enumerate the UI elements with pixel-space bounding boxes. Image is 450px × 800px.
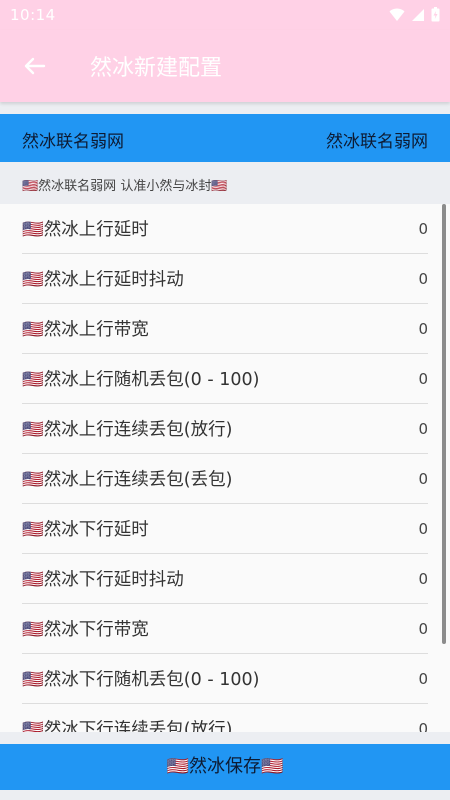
list-item-label: 🇺🇸然冰下行随机丢包(0 - 100) — [22, 670, 260, 690]
section-header: 🇺🇸然冰联名弱网 认准小然与冰封🇺🇸 — [0, 162, 450, 204]
list-item-value: 0 — [418, 369, 428, 388]
list-item-value: 0 — [418, 269, 428, 288]
battery-icon — [431, 7, 440, 22]
list-item[interactable]: 🇺🇸然冰下行延时抖动 0 — [22, 554, 428, 604]
list-item-label: 🇺🇸然冰上行延时抖动 — [22, 270, 184, 290]
list-item-label: 🇺🇸然冰上行连续丢包(放行) — [22, 420, 233, 440]
wifi-icon — [389, 8, 405, 21]
list-item-label: 🇺🇸然冰上行延时 — [22, 220, 149, 240]
list-item-value: 0 — [418, 469, 428, 488]
list-item[interactable]: 🇺🇸然冰上行连续丢包(丢包) 0 — [22, 454, 428, 504]
list-item-value: 0 — [418, 219, 428, 238]
list-item[interactable]: 🇺🇸然冰上行带宽 0 — [22, 304, 428, 354]
list-item-label: 🇺🇸然冰上行带宽 — [22, 320, 149, 340]
config-banner: 然冰联名弱网 然冰联名弱网 — [0, 114, 450, 162]
app-bar: 然冰新建配置 — [0, 30, 450, 102]
list-item-value: 0 — [418, 319, 428, 338]
list-item-value: 0 — [418, 569, 428, 588]
signal-icon — [412, 8, 424, 21]
banner-left-label: 然冰联名弱网 — [22, 132, 124, 152]
banner-right-label: 然冰联名弱网 — [326, 132, 428, 152]
list-item-label: 🇺🇸然冰上行连续丢包(丢包) — [22, 470, 233, 490]
list-item-value: 0 — [418, 669, 428, 688]
list-item[interactable]: 🇺🇸然冰下行带宽 0 — [22, 604, 428, 654]
settings-list[interactable]: 🇺🇸然冰上行延时 0 🇺🇸然冰上行延时抖动 0 🇺🇸然冰上行带宽 0 🇺🇸然冰上… — [0, 204, 450, 732]
list-item-label: 🇺🇸然冰上行随机丢包(0 - 100) — [22, 370, 260, 390]
list-item[interactable]: 🇺🇸然冰上行连续丢包(放行) 0 — [22, 404, 428, 454]
save-button[interactable]: 🇺🇸然冰保存🇺🇸 — [0, 744, 450, 790]
list-item-label: 🇺🇸然冰下行连续丢包(放行) — [22, 720, 233, 732]
list-item[interactable]: 🇺🇸然冰上行延时抖动 0 — [22, 254, 428, 304]
list-item-value: 0 — [418, 719, 428, 733]
list-item[interactable]: 🇺🇸然冰下行随机丢包(0 - 100) 0 — [22, 654, 428, 704]
arrow-left-icon — [24, 57, 46, 75]
back-button[interactable] — [18, 50, 52, 82]
list-item[interactable]: 🇺🇸然冰上行随机丢包(0 - 100) 0 — [22, 354, 428, 404]
list-item-label: 🇺🇸然冰下行延时抖动 — [22, 570, 184, 590]
status-time: 10:14 — [10, 6, 56, 24]
list-item-label: 🇺🇸然冰下行延时 — [22, 520, 149, 540]
list-item-value: 0 — [418, 419, 428, 438]
scrollbar[interactable] — [442, 204, 446, 644]
page-title: 然冰新建配置 — [90, 56, 223, 81]
list-item[interactable]: 🇺🇸然冰下行延时 0 — [22, 504, 428, 554]
list-item-value: 0 — [418, 619, 428, 638]
status-bar: 10:14 — [0, 0, 450, 30]
list-item-label: 🇺🇸然冰下行带宽 — [22, 620, 149, 640]
list-item[interactable]: 🇺🇸然冰上行延时 0 — [22, 204, 428, 254]
list-item-value: 0 — [418, 519, 428, 538]
list-item[interactable]: 🇺🇸然冰下行连续丢包(放行) 0 — [22, 704, 428, 733]
bottom-edge — [0, 790, 450, 800]
section-header-text: 🇺🇸然冰联名弱网 认准小然与冰封🇺🇸 — [22, 179, 228, 194]
status-icons — [389, 7, 440, 22]
